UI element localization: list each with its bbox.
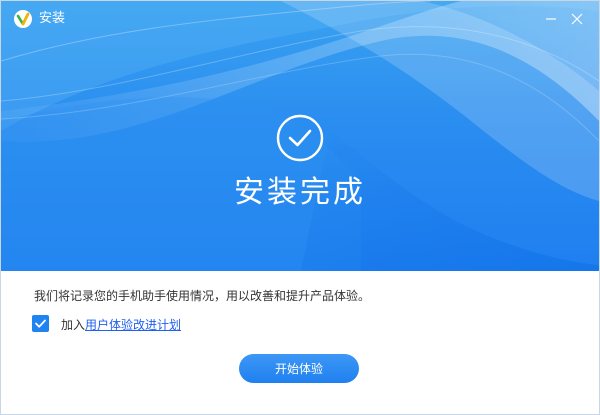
check-circle-icon	[276, 114, 324, 162]
start-experience-button[interactable]: 开始体验	[239, 354, 359, 383]
user-experience-plan-link[interactable]: 用户体验改进计划	[85, 318, 181, 332]
checkmark-icon	[35, 319, 46, 328]
title-bar: 安装	[1, 1, 599, 37]
minimize-button[interactable]	[541, 9, 561, 29]
join-prefix: 加入	[61, 318, 86, 332]
app-logo-icon	[14, 10, 32, 28]
join-program-label: 加入用户体验改进计划	[61, 317, 181, 333]
window-title: 安装	[39, 11, 66, 26]
usage-notice: 我们将记录您的手机助手使用情况，用以改善和提升产品体验。	[34, 289, 371, 303]
close-icon	[571, 13, 583, 25]
minimize-icon	[546, 18, 556, 20]
installer-window: 安装 安装完成 我们将记录您的手机助手使用情况，用以改善和提升产品体验。 加入用…	[0, 0, 600, 415]
banner: 安装 安装完成	[1, 1, 599, 271]
install-complete-title: 安装完成	[234, 175, 366, 210]
join-program-checkbox[interactable]	[32, 315, 49, 332]
close-button[interactable]	[567, 9, 587, 29]
